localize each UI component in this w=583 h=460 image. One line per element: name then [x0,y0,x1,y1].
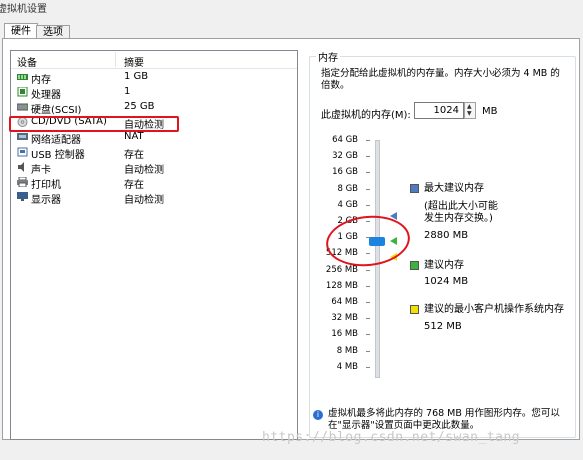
window-title: 虚拟机设置 [0,4,47,15]
device-row-processor[interactable]: 处理器 1 [11,85,297,101]
scale-label: 64 GB [332,135,358,145]
scale-tick [366,156,370,158]
device-row-printer[interactable]: 打印机 存在 [11,175,297,191]
scale-label: 16 GB [332,167,358,178]
device-list-header: 设备 摘要 [11,51,297,69]
scale-label: 4 GB [337,199,358,210]
spin-down-icon[interactable]: ▼ [467,111,472,117]
display-icon [17,192,28,201]
memory-spinner[interactable]: ▲ ▼ [464,102,476,119]
tab-hardware[interactable]: 硬件 [4,23,38,39]
device-row-memory[interactable]: 内存 1 GB [11,70,297,86]
scale-tick [366,302,370,303]
annotation-rectangle [9,116,179,132]
processor-icon [17,87,28,97]
scale-tick [366,140,370,141]
scale-label: 16 MB [331,329,358,340]
scale-tick [366,204,370,206]
legend-max-value: 2880 MB [424,230,469,241]
legend-min-guest-value: 512 MB [424,321,462,332]
device-summary: 1 [124,86,131,97]
device-name: USB 控制器 [31,150,85,161]
scale-label: 8 MB [336,345,358,356]
device-summary: 存在 [124,180,144,191]
device-summary: 自动检测 [124,165,164,176]
scale-tick [366,285,370,287]
device-summary: 自动检测 [124,195,164,206]
memory-input[interactable]: 1024 [414,102,464,119]
device-name: 内存 [31,75,51,86]
device-row-network-adapter[interactable]: 网络适配器 NAT [11,130,297,146]
legend-min-guest-title: 建议的最小客户机操作系统内存 [424,304,564,315]
usb-icon [17,147,28,157]
max-recommended-swatch-icon [410,184,419,193]
legend-recommended-title: 建议内存 [424,260,464,271]
device-row-sound-card[interactable]: 声卡 自动检测 [11,160,297,176]
memory-field-label: 此虚拟机的内存(M): [321,110,411,121]
legend-recommended-value: 1024 MB [424,276,469,287]
memory-description: 指定分配给此虚拟机的内存量。内存大小必须为 4 MB 的倍数。 [321,68,560,91]
scale-tick [366,188,370,190]
scale-tick [366,269,370,271]
device-name: 声卡 [31,165,51,176]
scale-tick [366,318,370,320]
legend-max-note-line2: 发生内存交换。) [424,213,493,224]
scale-label: 256 MB [325,264,358,275]
device-name: 处理器 [31,90,61,101]
memory-icon [17,74,28,80]
device-summary: 25 GB [124,101,155,112]
device-list[interactable]: 设备 摘要 内存 1 GB 处理器 1 硬盘(SCSI) 25 GB CD/DV… [10,50,298,440]
scale-label: 64 MB [331,297,358,307]
scale-label: 32 MB [331,313,358,324]
tab-options[interactable]: 选项 [36,25,70,39]
device-name: 网络适配器 [31,135,81,146]
scale-tick [366,334,370,336]
scale-label: 128 MB [325,280,358,291]
sound-card-icon [18,162,24,172]
scale-label: 4 MB [336,361,358,372]
device-name: 显示器 [31,195,61,206]
device-row-usb-controller[interactable]: USB 控制器 存在 [11,145,297,161]
device-name: 硬盘(SCSI) [31,105,82,116]
device-row-display[interactable]: 显示器 自动检测 [11,190,297,206]
title-bar: 虚拟机设置 [0,0,583,15]
device-summary: 存在 [124,150,144,161]
min-guest-swatch-icon [410,305,419,314]
harddisk-icon [17,103,28,111]
device-row-harddisk[interactable]: 硬盘(SCSI) 25 GB [11,100,297,116]
column-header-summary[interactable]: 摘要 [124,54,144,69]
memory-group-title: 内存 [316,49,340,64]
memory-unit: MB [482,106,498,117]
column-header-device[interactable]: 设备 [17,54,37,69]
recommended-swatch-icon [410,261,419,270]
scale-tick [366,366,370,368]
watermark: https://blog.csdn.net/swan_tang [262,430,521,445]
printer-icon [17,177,28,187]
device-summary: 1 GB [124,71,149,82]
scale-tick [366,350,370,352]
device-name: 打印机 [31,180,61,191]
graphics-memory-info: 虚拟机最多将此内存的 768 MB 用作图形内存。您可以在"显示器"设置页面中更… [328,408,560,431]
network-adapter-icon [17,133,28,140]
legend-max-title: 最大建议内存 [424,183,484,194]
device-summary: NAT [124,131,144,142]
scale-tick [366,172,370,174]
scale-label: 8 GB [337,183,358,194]
info-icon: i [313,410,323,420]
scale-label: 32 GB [332,151,358,162]
